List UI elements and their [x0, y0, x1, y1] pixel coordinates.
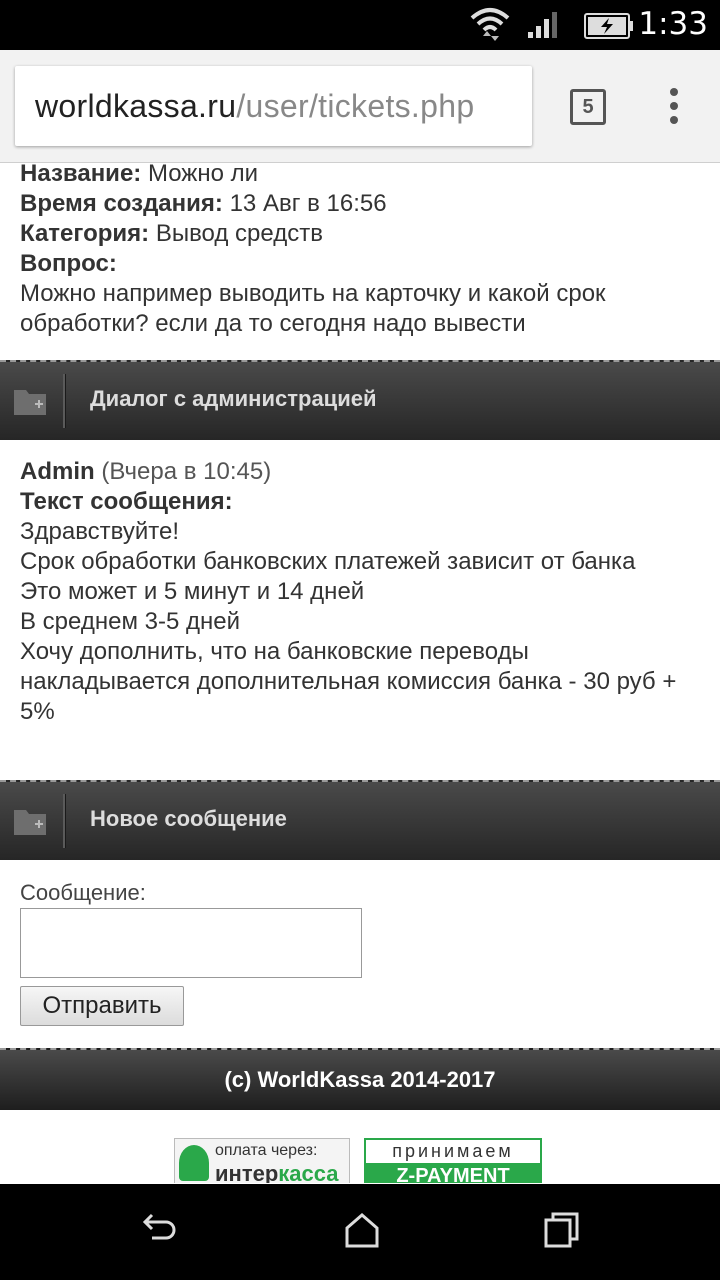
ticket-created-row: Время создания: 13 Авг в 16:56 [20, 189, 700, 219]
dialog-section-header: Диалог с администрацией [0, 360, 720, 440]
message-field-label: Сообщение: [20, 880, 146, 905]
ticket-created-label: Время создания: [20, 190, 223, 217]
url-domain: worldkassa.ru [35, 88, 237, 124]
message-line: Хочу дополнить, что на банковские перево… [20, 638, 677, 725]
zpayment-banner[interactable]: принимаем Z-PAYMENT [364, 1138, 542, 1183]
folder-add-icon [14, 810, 46, 835]
ticket-question-text: Можно например выводить на карточку и ка… [20, 280, 606, 337]
interkassa-banner-line2: интеркасса [215, 1161, 339, 1183]
ticket-created-value: 13 Авг в 16:56 [229, 190, 387, 217]
browser-toolbar: worldkassa.ru/user/tickets.php 5 [0, 50, 720, 163]
navigation-bar [0, 1184, 720, 1280]
overflow-menu-icon[interactable] [668, 88, 680, 130]
tab-switcher-button[interactable]: 5 [570, 89, 606, 125]
message-line: В среднем 3-5 дней [20, 608, 240, 635]
ticket-category-label: Категория: [20, 220, 150, 247]
message-line: Здравствуйте! [20, 518, 180, 545]
zpayment-banner-line2: Z-PAYMENT [366, 1163, 540, 1183]
header-divider [63, 374, 66, 428]
message-line: Срок обработки банковских платежей завис… [20, 548, 636, 575]
ticket-info: Название: Можно ли Время создания: 13 Ав… [20, 163, 700, 339]
message-header: Admin (Вчера в 10:45) [20, 457, 700, 487]
header-divider [63, 794, 66, 848]
address-bar[interactable]: worldkassa.ru/user/tickets.php [15, 66, 532, 146]
folder-add-icon [14, 390, 46, 415]
ticket-name-value: Можно ли [147, 163, 259, 187]
interkassa-word-part1: интер [215, 1161, 279, 1183]
new-message-section-title: Новое сообщение [90, 806, 287, 831]
recent-apps-icon[interactable] [542, 1210, 582, 1250]
message-author: Admin [20, 458, 95, 485]
ticket-question-label: Вопрос: [20, 250, 117, 277]
footer-copyright: (c) WorldKassa 2014-2017 [224, 1067, 496, 1092]
interkassa-word-part2: касса [278, 1161, 339, 1183]
signal-icon [528, 12, 557, 38]
url-path: /user/tickets.php [236, 88, 475, 124]
message-text-label-row: Текст сообщения: [20, 487, 700, 517]
ticket-question-row: Вопрос: [20, 249, 700, 279]
interkassa-logo-icon [179, 1145, 209, 1181]
new-message-section-header: Новое сообщение [0, 780, 720, 860]
message-line: Это может и 5 минут и 14 дней [20, 578, 365, 605]
ticket-category-row: Категория: Вывод средств [20, 219, 700, 249]
status-time: 1:33 [638, 6, 708, 42]
page-content: Название: Можно ли Время создания: 13 Ав… [0, 163, 720, 1183]
ticket-category-value: Вывод средств [155, 220, 323, 247]
ticket-name-label: Название: [20, 163, 142, 187]
status-bar: 1:33 [0, 0, 720, 50]
zpayment-banner-line1: принимаем [392, 1141, 514, 1161]
wifi-icon [470, 8, 510, 41]
ticket-name-row: Название: Можно ли [20, 163, 700, 189]
back-icon[interactable] [140, 1210, 180, 1250]
interkassa-banner[interactable]: оплата через: интеркасса [174, 1138, 350, 1183]
url-text: worldkassa.ru/user/tickets.php [35, 88, 474, 125]
dialog-section-title: Диалог с администрацией [90, 386, 377, 411]
home-icon[interactable] [342, 1210, 382, 1250]
message-text-label: Текст сообщения: [20, 488, 233, 515]
message-textarea[interactable] [20, 908, 362, 978]
interkassa-banner-line1: оплата через: [215, 1142, 318, 1159]
site-footer: (c) WorldKassa 2014-2017 [0, 1048, 720, 1110]
admin-message: Admin (Вчера в 10:45) Текст сообщения: З… [20, 457, 700, 727]
message-time: (Вчера в 10:45) [101, 458, 272, 485]
send-button[interactable]: Отправить [20, 986, 184, 1026]
battery-icon [584, 13, 633, 39]
